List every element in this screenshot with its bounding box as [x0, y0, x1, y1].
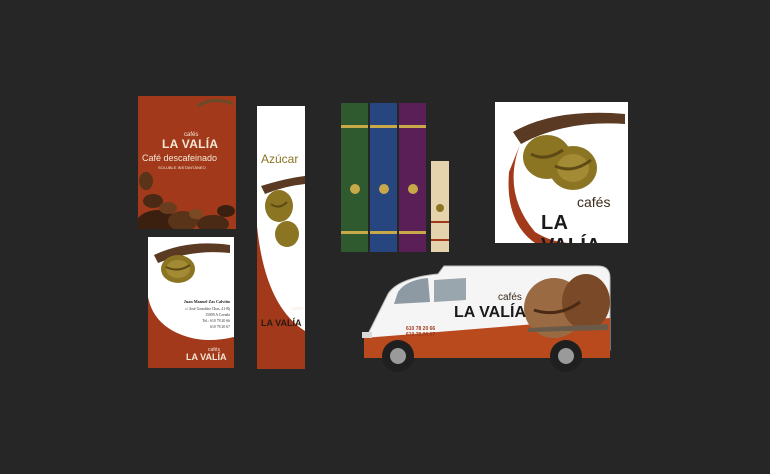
box-product: Café descafeinado [142, 153, 218, 163]
stick-blue [370, 103, 397, 252]
stick-cream [431, 161, 449, 252]
box-brand: LA VALÍA [162, 137, 219, 151]
sugar-packet: Azúcar cafés LA VALÍA [257, 106, 305, 369]
coffee-bean-logo-icon [379, 184, 389, 194]
coffee-bean-logo-icon [350, 184, 360, 194]
van-phone2: 610 78 20 67 [406, 332, 436, 338]
van-wheel-icon [382, 340, 414, 372]
card-person: Juan Manuel Zas Calviño [183, 299, 230, 304]
stick-purple [399, 103, 426, 252]
coffee-bean-logo-icon [408, 184, 418, 194]
card-address: c/ José González Chas, 41-Bj [185, 307, 230, 311]
card-brand: LA VALÍA [186, 352, 227, 362]
card-tel: Tel.: 610 78 20 66 [202, 319, 230, 323]
van-wheel-icon [550, 340, 582, 372]
business-card: Juan Manuel Zas Calviño c/ José González… [148, 237, 234, 368]
coffee-box: cafés LA VALÍA Café descafeinado SOLUBLE… [138, 96, 236, 229]
logo-square: cafés LA VALÍA [495, 102, 628, 243]
van-brand: LA VALÍA [454, 304, 526, 321]
sugar-decoration [257, 176, 305, 369]
card-city: 15009 A Coruña [205, 313, 230, 317]
card-tel2: 610 78 20 67 [210, 325, 230, 329]
sugar-brand: LA VALÍA [261, 318, 302, 328]
delivery-van: cafés LA VALÍA 610 78 20 66 610 78 20 67 [358, 258, 614, 382]
sugar-cafes: cafés [291, 306, 303, 312]
van-cafes: cafés [498, 292, 522, 303]
coffee-bean-logo-icon [436, 204, 444, 212]
logo-brand: LA VALÍA [541, 212, 601, 243]
sugar-label: Azúcar [261, 152, 299, 166]
stick-green [341, 103, 368, 252]
box-subtitle: SOLUBLE INSTANTÁNEO [158, 165, 206, 170]
logo-cafes: cafés [577, 194, 611, 210]
